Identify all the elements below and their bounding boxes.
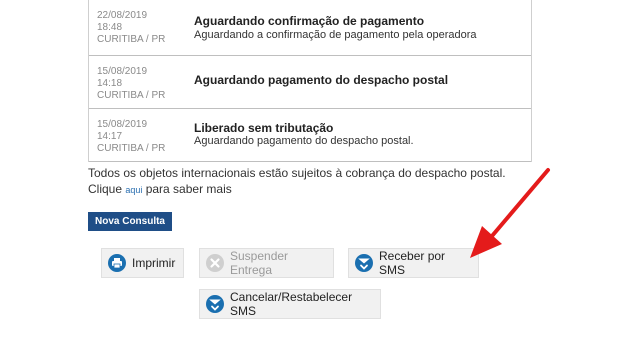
notice-link-line: Clique aqui para saber mais — [88, 181, 548, 198]
event-location: CURITIBA / PR — [97, 90, 166, 101]
event-description: Aguardando pagamento do despacho postal. — [194, 135, 414, 147]
sms-icon — [206, 295, 224, 313]
event-date: 22/08/2019 — [97, 10, 148, 21]
nova-consulta-button[interactable]: Nova Consulta — [88, 212, 172, 231]
event-date: 15/08/2019 — [97, 66, 148, 77]
event-location: CURITIBA / PR — [97, 34, 166, 45]
event-time: 14:18 — [97, 78, 123, 89]
tracking-event-row: 22/08/2019 18:48 CURITIBA / PR Aguardand… — [89, 0, 531, 56]
international-notice: Todos os objetos internacionais estão su… — [88, 165, 548, 198]
saiba-mais-link[interactable]: aqui — [125, 185, 142, 195]
event-title: Liberado sem tributação — [194, 121, 334, 135]
cancel-circle-icon — [206, 254, 224, 272]
suspender-entrega-label: Suspender Entrega — [230, 249, 289, 277]
event-title: Aguardando confirmação de pagamento — [194, 14, 425, 28]
imprimir-label: Imprimir — [132, 256, 176, 270]
event-location: CURITIBA / PR — [97, 143, 166, 154]
cancelar-restabelecer-sms-button[interactable]: Cancelar/Restabelecer SMS — [199, 289, 381, 319]
event-title: Aguardando pagamento do despacho postal — [194, 73, 449, 87]
cancelar-restabelecer-sms-label: Cancelar/Restabelecer SMS — [230, 290, 353, 318]
tracking-event-row: 15/08/2019 14:18 CURITIBA / PR Aguardand… — [89, 56, 531, 109]
imprimir-button[interactable]: Imprimir — [101, 248, 184, 278]
sms-icon — [355, 254, 373, 272]
printer-icon — [108, 254, 126, 272]
event-meta: 22/08/2019 18:48 CURITIBA / PR — [97, 10, 183, 46]
receber-sms-label: Receber por SMS — [379, 249, 446, 277]
event-date: 15/08/2019 — [97, 119, 148, 130]
event-time: 18:48 — [97, 22, 123, 33]
notice-post-link: para saber mais — [142, 182, 232, 196]
tracking-events-table: 22/08/2019 18:48 CURITIBA / PR Aguardand… — [88, 0, 532, 162]
receber-sms-button[interactable]: Receber por SMS — [348, 248, 479, 278]
event-meta: 15/08/2019 14:18 CURITIBA / PR — [97, 66, 183, 102]
event-description: Aguardando a confirmação de pagamento pe… — [194, 29, 477, 41]
tracking-event-row: 15/08/2019 14:17 CURITIBA / PR Liberado … — [89, 109, 531, 162]
event-meta: 15/08/2019 14:17 CURITIBA / PR — [97, 119, 183, 155]
suspender-entrega-button[interactable]: Suspender Entrega — [199, 248, 334, 278]
notice-line: Todos os objetos internacionais estão su… — [88, 166, 506, 180]
notice-pre-link: Clique — [88, 182, 126, 196]
event-time: 14:17 — [97, 131, 123, 142]
